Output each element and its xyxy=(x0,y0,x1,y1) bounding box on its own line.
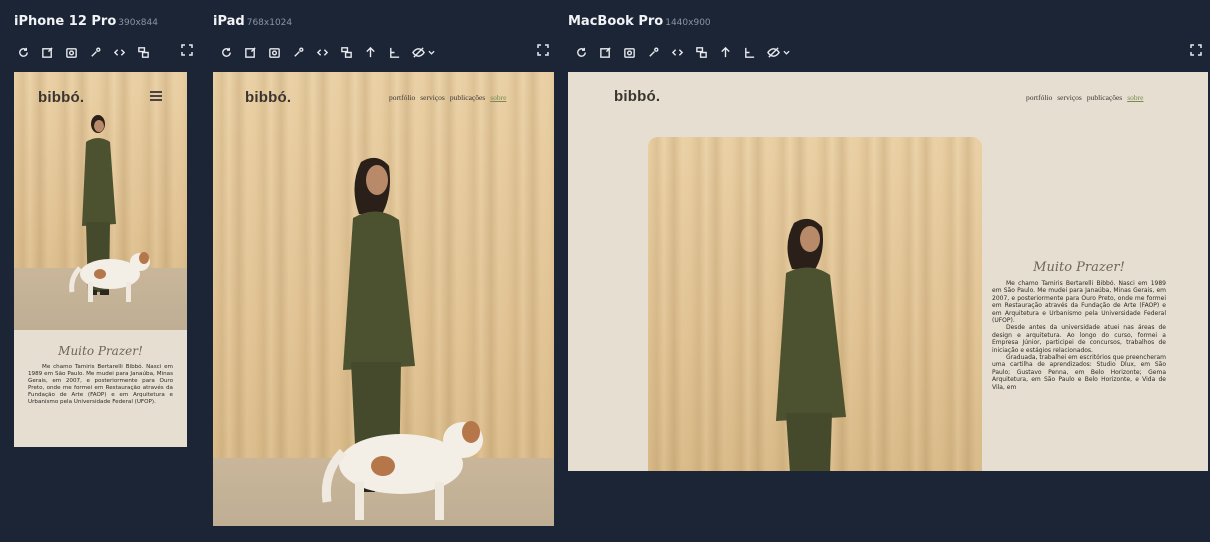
layout-icon[interactable] xyxy=(694,45,708,59)
nav-publicacoes[interactable]: publicações xyxy=(1087,93,1122,102)
device-dims: 390x844 xyxy=(118,18,158,28)
woman-figure xyxy=(776,218,846,471)
code-icon[interactable] xyxy=(670,45,684,59)
chevron-down-icon[interactable] xyxy=(427,45,435,59)
device-dims: 768x1024 xyxy=(246,18,293,28)
ruler-icon[interactable] xyxy=(742,45,756,59)
code-icon[interactable] xyxy=(315,45,329,59)
scroll-up-icon[interactable] xyxy=(718,45,732,59)
nav-portfolio[interactable]: portfólio xyxy=(389,93,415,102)
nav-servicos[interactable]: serviços xyxy=(420,93,445,102)
iphone-toolbar xyxy=(16,44,150,60)
refresh-icon[interactable] xyxy=(574,45,588,59)
camera-icon[interactable] xyxy=(64,45,78,59)
color-picker-icon[interactable] xyxy=(88,45,102,59)
site-nav: portfólio serviços publicações sobre xyxy=(1026,93,1143,102)
about-text: Muito Prazer! Me chamo Tamiris Bertarell… xyxy=(992,260,1166,391)
expand-icon[interactable] xyxy=(537,44,551,58)
dog-figure xyxy=(69,252,150,302)
about-paragraph-3: Graduada, trabalhei em escritórios que p… xyxy=(992,354,1166,391)
hamburger-menu-icon[interactable] xyxy=(150,91,162,101)
layout-icon[interactable] xyxy=(339,45,353,59)
nav-publicacoes[interactable]: publicações xyxy=(450,93,485,102)
about-paragraph-1: Me chamo Tamiris Bertarelli Bibbó. Nasci… xyxy=(28,364,173,406)
macbook-panel-title: MacBook Pro 1440x900 xyxy=(568,14,711,29)
hero-photo xyxy=(213,72,554,526)
nav-sobre[interactable]: sobre xyxy=(490,93,506,102)
color-picker-icon[interactable] xyxy=(291,45,305,59)
macbook-toolbar xyxy=(574,44,790,60)
edit-screenshot-icon[interactable] xyxy=(598,45,612,59)
about-paragraph-1: Me chamo Tamiris Bertarelli Bibbó. Nasci… xyxy=(992,280,1166,325)
device-name: MacBook Pro xyxy=(568,14,664,29)
hero-photo xyxy=(648,137,982,471)
ipad-panel-title: iPad 768x1024 xyxy=(213,14,292,29)
nav-sobre[interactable]: sobre xyxy=(1127,93,1143,102)
site-logo[interactable]: bibbó. xyxy=(245,89,291,106)
site-nav: portfólio serviços publicações sobre xyxy=(389,93,506,102)
code-icon[interactable] xyxy=(112,45,126,59)
about-heading: Muito Prazer! xyxy=(58,344,143,358)
site-logo[interactable]: bibbó. xyxy=(614,88,660,105)
about-paragraph-2: Desde antes da universidade atuei nas ár… xyxy=(992,324,1166,354)
ipad-toolbar xyxy=(219,44,435,60)
color-picker-icon[interactable] xyxy=(646,45,660,59)
eye-off-icon[interactable] xyxy=(411,45,425,59)
macbook-viewport: bibbó. portfólio serviços publicações so… xyxy=(568,72,1208,471)
camera-icon[interactable] xyxy=(267,45,281,59)
ipad-viewport: bibbó. portfólio serviços publicações so… xyxy=(213,72,554,526)
edit-screenshot-icon[interactable] xyxy=(243,45,257,59)
edit-screenshot-icon[interactable] xyxy=(40,45,54,59)
refresh-icon[interactable] xyxy=(16,45,30,59)
expand-icon[interactable] xyxy=(1190,44,1204,58)
about-heading: Muito Prazer! xyxy=(1033,260,1125,275)
refresh-icon[interactable] xyxy=(219,45,233,59)
device-name: iPad xyxy=(213,14,245,29)
iphone-panel-title: iPhone 12 Pro 390x844 xyxy=(14,14,158,29)
eye-off-icon[interactable] xyxy=(766,45,780,59)
nav-portfolio[interactable]: portfólio xyxy=(1026,93,1052,102)
dog-figure xyxy=(321,421,483,520)
device-dims: 1440x900 xyxy=(665,18,711,28)
chevron-down-icon[interactable] xyxy=(782,45,790,59)
scroll-up-icon[interactable] xyxy=(363,45,377,59)
about-text: Muito Prazer! Me chamo Tamiris Bertarell… xyxy=(28,344,173,407)
device-name: iPhone 12 Pro xyxy=(14,14,117,29)
expand-icon[interactable] xyxy=(181,44,195,58)
iphone-viewport: bibbó. Muito Prazer! Me chamo Tamiris Be… xyxy=(14,72,187,447)
nav-servicos[interactable]: serviços xyxy=(1057,93,1082,102)
site-logo[interactable]: bibbó. xyxy=(38,89,84,106)
hero-photo xyxy=(14,72,187,330)
ruler-icon[interactable] xyxy=(387,45,401,59)
camera-icon[interactable] xyxy=(622,45,636,59)
layout-icon[interactable] xyxy=(136,45,150,59)
